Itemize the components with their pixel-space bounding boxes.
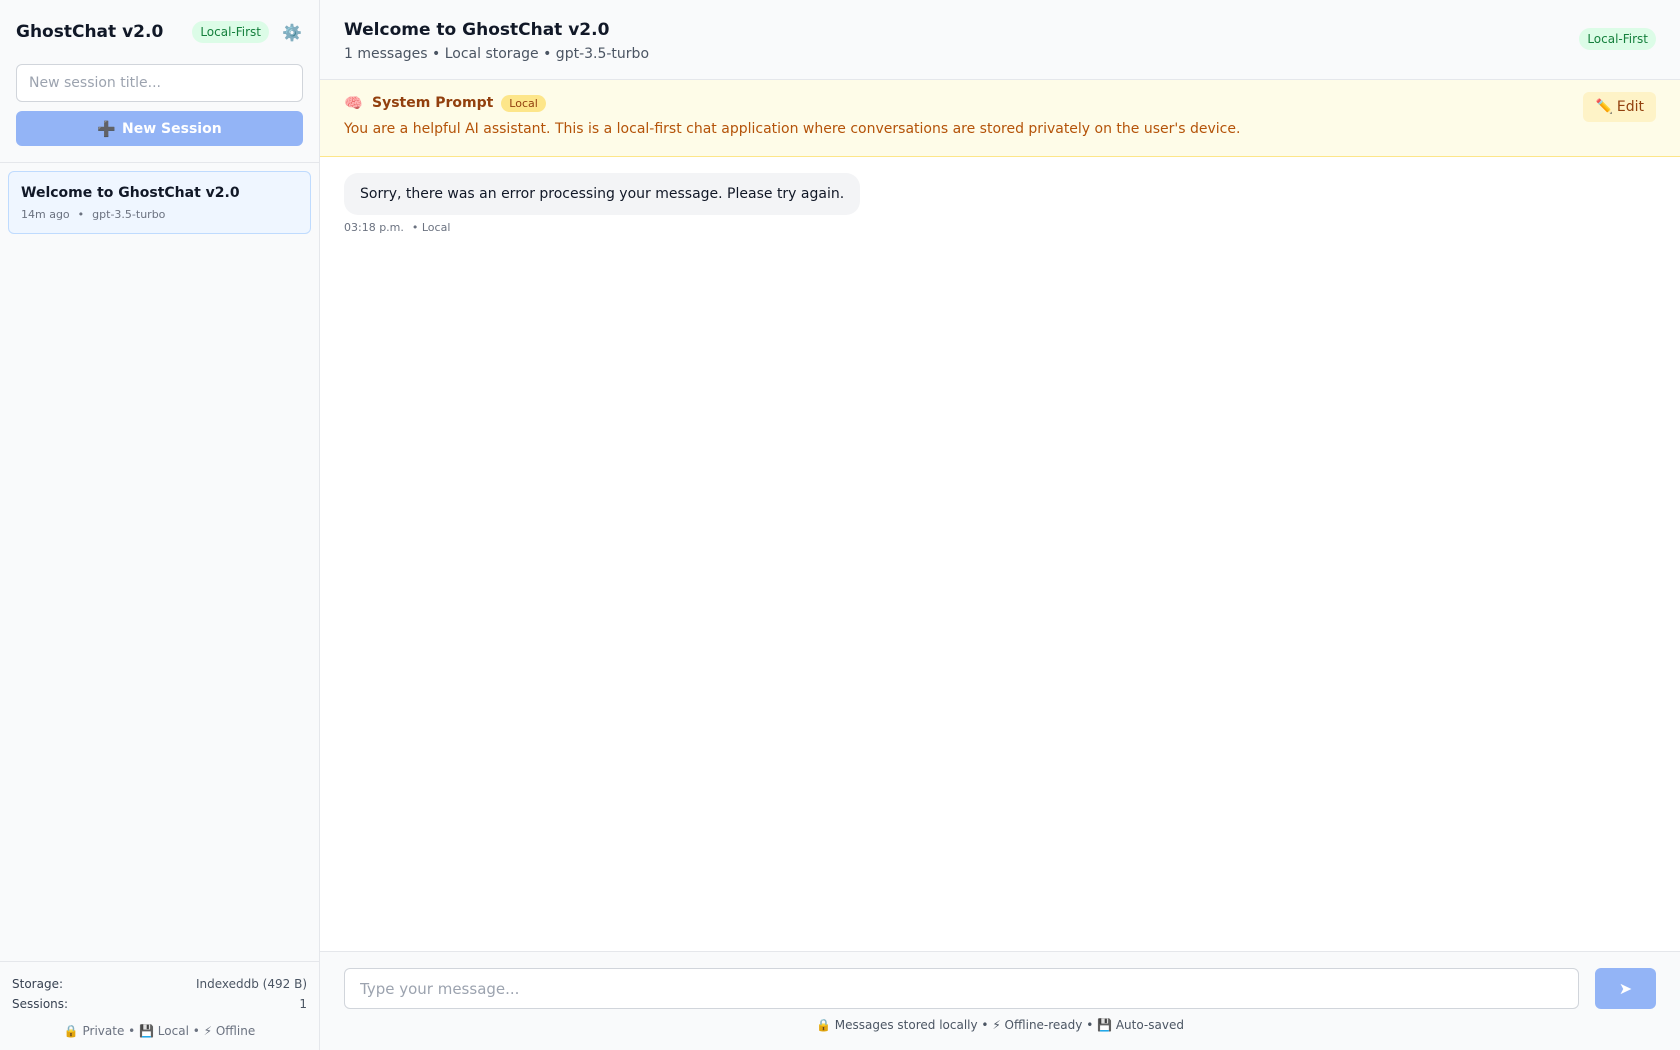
new-session-button[interactable]: ➕ New Session	[16, 111, 303, 146]
system-prompt-header: 🧠 System Prompt Local	[344, 94, 1656, 112]
local-badge: Local	[501, 94, 546, 112]
chat-meta: 1 messages • Local storage • gpt-3.5-tur…	[344, 46, 650, 62]
storage-value: Indexeddb (492 B)	[195, 977, 307, 991]
session-title: Welcome to GhostChat v2.0	[21, 185, 240, 201]
composer-footer: 🔒 Messages stored locally • ⚡ Offline-re…	[816, 1018, 1184, 1032]
message-bubble: Sorry, there was an error processing you…	[344, 173, 861, 215]
local-first-badge: Local-First	[192, 21, 269, 43]
edit-label: Edit	[1616, 99, 1644, 115]
brain-icon: 🧠	[344, 94, 363, 112]
chat-title: Welcome to GhostChat v2.0	[344, 20, 610, 40]
pencil-icon: ✏️	[1595, 99, 1613, 115]
gear-icon[interactable]: ⚙️	[281, 21, 303, 43]
sessions-value: 1	[299, 997, 307, 1011]
message-list: Sorry, there was an error processing you…	[320, 157, 1680, 951]
sidebar-top: GhostChat v2.0 Local-First ⚙️ ➕ New Sess…	[0, 0, 319, 163]
session-model: gpt-3.5-turbo	[92, 208, 166, 221]
send-button[interactable]: ➤	[1595, 968, 1656, 1009]
local-first-badge: Local-First	[1579, 28, 1656, 50]
sidebar-features: 🔒 Private • 💾 Local • ⚡ Offline	[63, 1024, 256, 1038]
session-item[interactable]: Welcome to GhostChat v2.0 14m ago • gpt-…	[8, 171, 311, 234]
session-meta-separator: •	[77, 208, 85, 221]
message-meta: 03:18 p.m. • Local	[344, 221, 1656, 234]
system-prompt-panel: 🧠 System Prompt Local You are a helpful …	[320, 80, 1680, 157]
system-prompt-text: You are a helpful AI assistant. This is …	[344, 121, 1241, 137]
storage-label: Storage:	[12, 977, 63, 991]
session-time: 14m ago	[21, 208, 70, 221]
message-time: 03:18 p.m.	[344, 221, 404, 234]
sidebar-footer: Storage: Indexeddb (492 B) Sessions: 1 🔒…	[0, 961, 319, 1050]
edit-system-prompt-button[interactable]: ✏️ Edit	[1583, 92, 1656, 122]
sessions-stat: Sessions: 1	[12, 994, 307, 1014]
chat-main: Welcome to GhostChat v2.0 1 messages • L…	[320, 0, 1680, 1050]
system-prompt-label: System Prompt	[372, 95, 494, 111]
send-icon: ➤	[1618, 980, 1633, 998]
chat-header: Welcome to GhostChat v2.0 1 messages • L…	[320, 0, 1680, 80]
sidebar-header: GhostChat v2.0 Local-First ⚙️	[16, 0, 303, 64]
composer: ➤ 🔒 Messages stored locally • ⚡ Offline-…	[320, 951, 1680, 1050]
app-title: GhostChat v2.0	[16, 22, 164, 42]
new-session-title-input[interactable]	[16, 64, 303, 102]
sidebar: GhostChat v2.0 Local-First ⚙️ ➕ New Sess…	[0, 0, 320, 1050]
sessions-label: Sessions:	[12, 997, 69, 1011]
message-storage-tag: • Local	[411, 221, 451, 234]
composer-row: ➤	[344, 968, 1656, 1009]
storage-stat: Storage: Indexeddb (492 B)	[12, 974, 307, 994]
session-meta: 14m ago • gpt-3.5-turbo	[21, 208, 298, 221]
message-input[interactable]	[344, 968, 1579, 1009]
session-list: Welcome to GhostChat v2.0 14m ago • gpt-…	[0, 163, 319, 961]
new-session-label: New Session	[122, 120, 222, 137]
plus-icon: ➕	[97, 119, 117, 138]
message-item: Sorry, there was an error processing you…	[344, 173, 1656, 234]
